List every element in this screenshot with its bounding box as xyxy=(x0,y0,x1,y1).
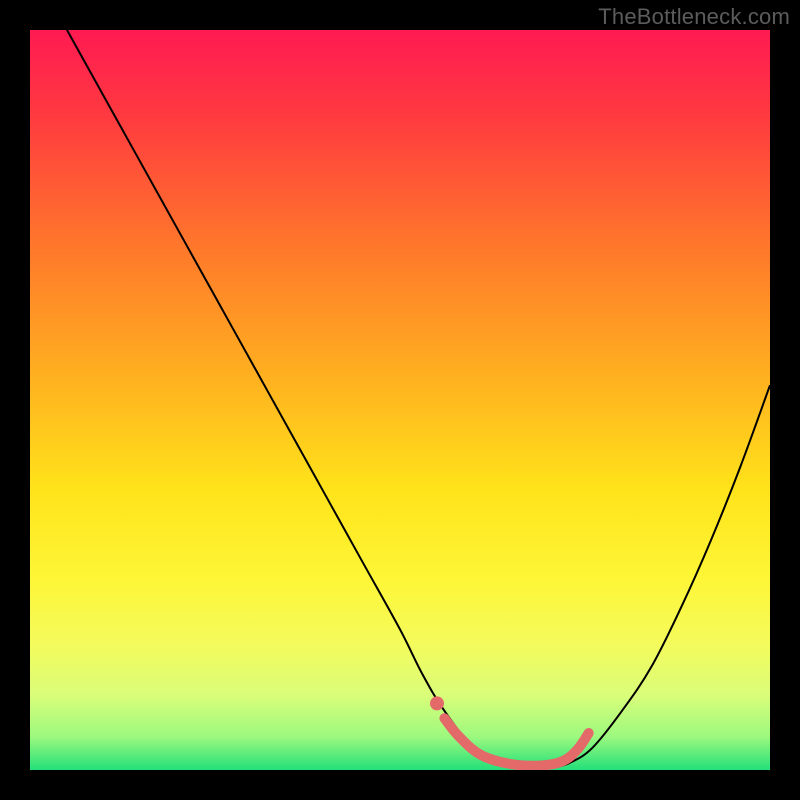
highlight-dot xyxy=(430,696,444,710)
chart-svg xyxy=(30,30,770,770)
watermark-text: TheBottleneck.com xyxy=(598,4,790,30)
chart-frame: TheBottleneck.com xyxy=(0,0,800,800)
chart-plot-area xyxy=(30,30,770,770)
gradient-background xyxy=(30,30,770,770)
